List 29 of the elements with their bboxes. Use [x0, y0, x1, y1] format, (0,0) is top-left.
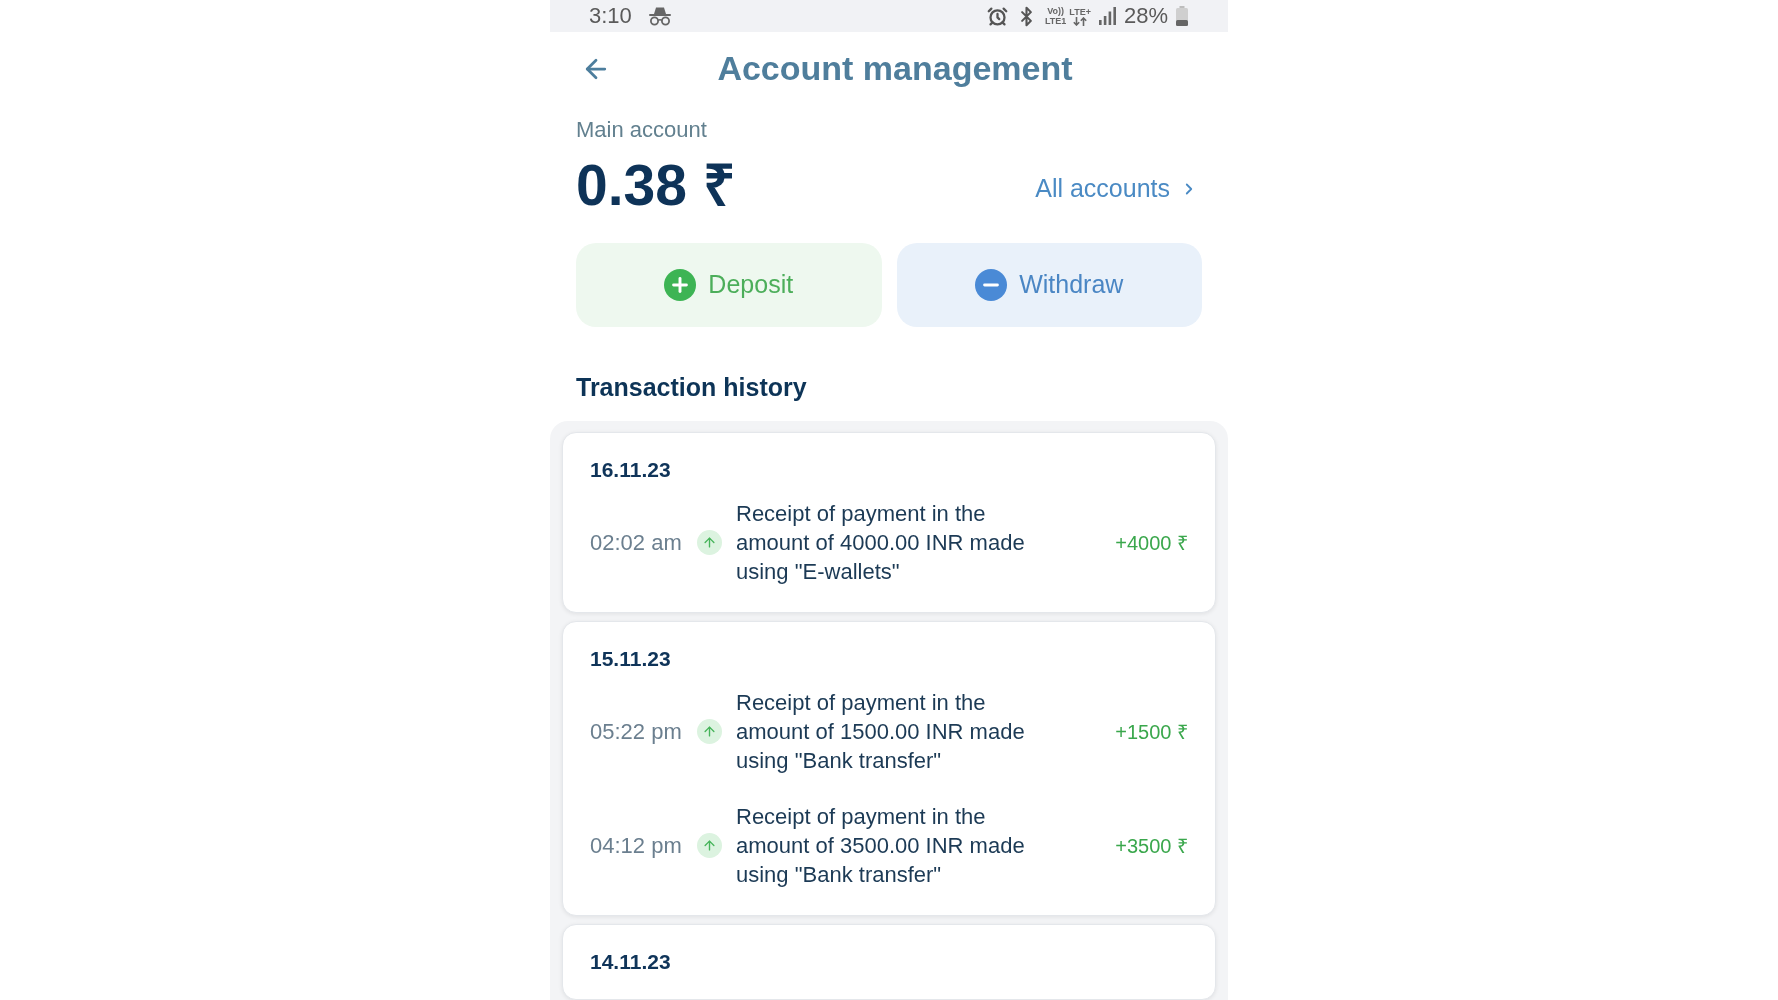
section-heading: Transaction history	[576, 372, 808, 402]
transaction-amount: +1500 ₹	[1115, 719, 1188, 745]
date-heading: 14.11.23	[590, 951, 672, 973]
transaction-description: Receipt of payment in the amount of 3500.00 INR made using "Bank transfer"	[736, 803, 1026, 889]
transaction-time: 02:02 am	[590, 529, 683, 557]
transaction-description: Receipt of payment in the amount of 1500.00 INR made using "Bank transfer"	[736, 689, 1026, 775]
alarm-icon	[987, 5, 1008, 27]
withdraw-button[interactable]: Withdraw	[896, 243, 1202, 327]
voice-indicator: Vo))	[1047, 6, 1065, 17]
deposit-button[interactable]: Deposit	[576, 243, 882, 327]
incognito-icon	[647, 6, 672, 27]
page-title: Account management	[716, 48, 1073, 90]
transaction-time: 05:22 pm	[590, 718, 683, 746]
network-type: LTE+	[1069, 6, 1091, 17]
account-label: Main account	[576, 117, 708, 143]
battery-icon	[1176, 6, 1188, 27]
balance-amount: 0.38 ₹	[576, 156, 736, 214]
data-arrows-icon	[1073, 16, 1088, 26]
sim-indicator: LTE1	[1045, 16, 1067, 27]
signal-bars-icon	[1098, 7, 1116, 26]
clock-time: 3:10	[589, 5, 632, 28]
battery-percent: 28%	[1123, 5, 1168, 28]
transaction-amount: +3500 ₹	[1115, 833, 1188, 859]
date-heading: 16.11.23	[590, 459, 672, 481]
date-heading: 15.11.23	[590, 648, 672, 670]
transaction-time: 04:12 pm	[590, 832, 683, 860]
all-accounts-link[interactable]: All accounts	[1035, 170, 1198, 208]
transaction-description: Receipt of payment in the amount of 4000.00 INR made using "E-wallets"	[736, 500, 1026, 586]
transaction-amount: +4000 ₹	[1115, 530, 1188, 556]
